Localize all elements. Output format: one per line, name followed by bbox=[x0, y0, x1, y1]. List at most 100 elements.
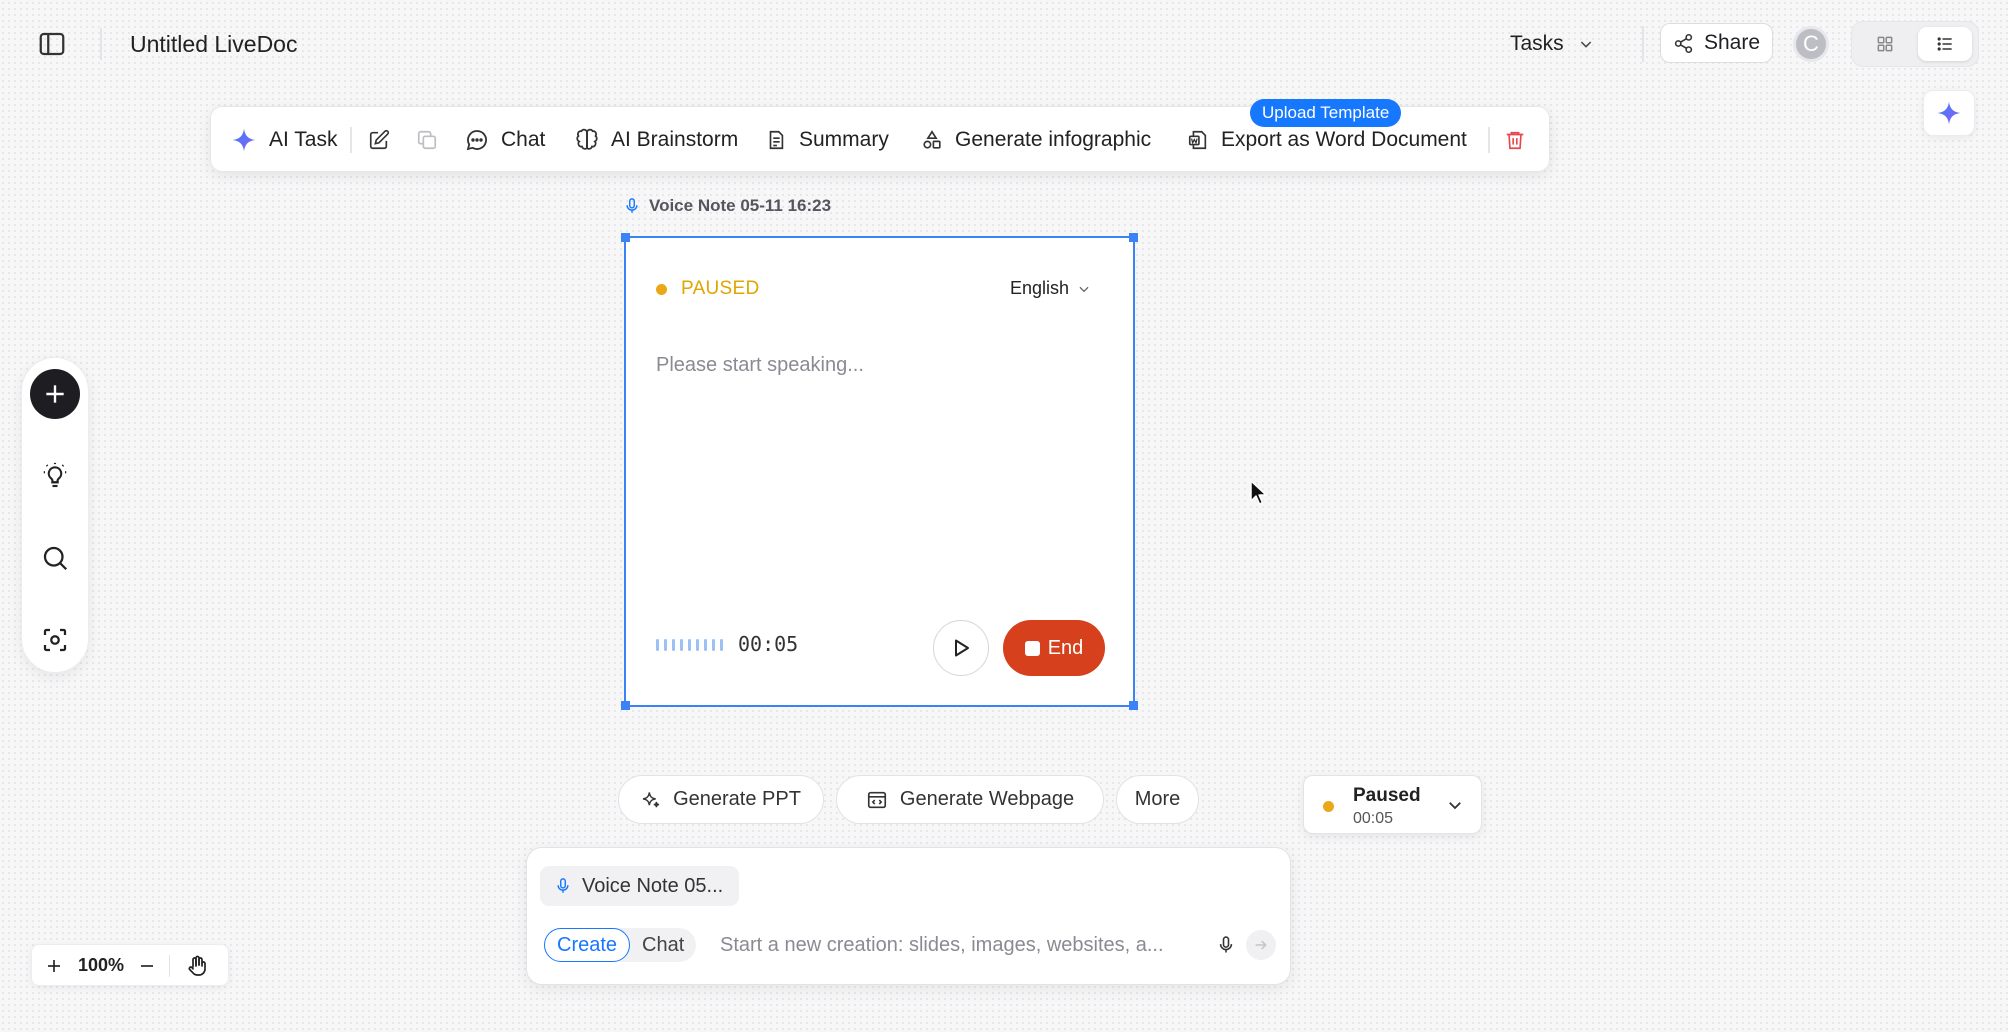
microphone-icon bbox=[626, 198, 638, 213]
grid-view-button[interactable] bbox=[1858, 27, 1912, 61]
delete-button[interactable] bbox=[1504, 107, 1526, 173]
edit-button[interactable] bbox=[368, 107, 390, 173]
minus-icon bbox=[141, 965, 153, 967]
screenshot-icon bbox=[43, 628, 67, 652]
generate-webpage-label: Generate Webpage bbox=[899, 788, 1075, 810]
voice-input-button[interactable] bbox=[1209, 928, 1243, 962]
play-icon bbox=[955, 639, 969, 657]
creation-composer: Voice Note 05... Create Chat bbox=[526, 847, 1291, 985]
attached-voice-note-chip[interactable]: Voice Note 05... bbox=[540, 866, 740, 906]
share-icon bbox=[1674, 33, 1693, 53]
zoom-control: 100% bbox=[31, 944, 229, 986]
edit-icon bbox=[369, 129, 390, 150]
summary-document-icon bbox=[769, 130, 784, 150]
microphone-icon bbox=[557, 878, 569, 893]
recording-status: PAUSED bbox=[656, 278, 760, 300]
lightbulb-icon bbox=[43, 462, 67, 488]
wave-bar bbox=[688, 639, 691, 651]
recording-widget-time: 00:05 bbox=[1353, 810, 1394, 827]
sidebar-toggle-button[interactable] bbox=[34, 26, 70, 62]
document-title[interactable]: Untitled LiveDoc bbox=[130, 28, 297, 60]
user-avatar[interactable]: C bbox=[1793, 26, 1829, 62]
search-button[interactable] bbox=[30, 533, 80, 583]
status-dot bbox=[1323, 801, 1334, 812]
ai-brainstorm-button[interactable]: AI Brainstorm bbox=[575, 107, 738, 173]
recording-widget-status: Paused bbox=[1353, 785, 1421, 806]
ideas-button[interactable] bbox=[30, 451, 80, 501]
zoom-out-button[interactable] bbox=[135, 954, 159, 978]
chat-button[interactable]: Chat bbox=[465, 107, 545, 173]
chevron-down-icon bbox=[1449, 802, 1461, 810]
pan-tool-button[interactable] bbox=[183, 952, 211, 980]
zoom-level[interactable]: 100% bbox=[78, 955, 124, 976]
generate-ppt-label: Generate PPT bbox=[673, 788, 801, 810]
zoom-divider bbox=[169, 955, 170, 977]
voice-note-caption[interactable]: Voice Note 05-11 16:23 bbox=[623, 196, 831, 216]
tasks-dropdown[interactable]: Tasks bbox=[1510, 24, 1594, 64]
hand-icon bbox=[188, 955, 206, 976]
share-label: Share bbox=[1703, 31, 1761, 54]
ai-assistant-button[interactable] bbox=[1923, 90, 1975, 136]
generate-infographic-label: Generate infographic bbox=[955, 128, 1152, 151]
toolbar-divider bbox=[350, 127, 352, 153]
mouse-cursor-icon bbox=[1250, 480, 1267, 505]
list-icon bbox=[1937, 37, 1952, 51]
end-label: End bbox=[1047, 636, 1084, 659]
add-element-button[interactable] bbox=[30, 369, 80, 419]
mode-create-tab[interactable]: Create bbox=[544, 928, 631, 962]
ai-task-label: AI Task bbox=[269, 128, 338, 151]
generate-ppt-button[interactable]: Generate PPT bbox=[618, 775, 824, 824]
language-select[interactable]: English bbox=[1010, 278, 1091, 299]
resize-handle-bottom-left[interactable] bbox=[621, 701, 630, 710]
resume-button[interactable] bbox=[933, 620, 989, 676]
zoom-in-button[interactable] bbox=[42, 954, 66, 978]
wave-bar bbox=[704, 639, 707, 651]
mode-chat-tab[interactable]: Chat bbox=[630, 928, 696, 962]
capture-button[interactable] bbox=[30, 615, 80, 665]
header-divider bbox=[100, 28, 102, 60]
sparkle-icon bbox=[232, 128, 256, 152]
microphone-icon bbox=[1219, 936, 1233, 953]
wave-bar bbox=[696, 639, 699, 651]
list-view-button[interactable] bbox=[1918, 27, 1972, 61]
plus-icon bbox=[46, 385, 64, 403]
chat-label: Chat bbox=[501, 128, 546, 151]
voice-note-card[interactable]: PAUSED English Please start speaking... … bbox=[621, 233, 1138, 710]
brain-icon bbox=[576, 128, 598, 150]
sparkle-icon bbox=[642, 791, 660, 807]
browser-code-icon bbox=[867, 791, 886, 808]
left-tool-rail bbox=[21, 357, 89, 673]
recording-status-widget[interactable]: Paused 00:05 bbox=[1303, 775, 1482, 834]
wave-bar bbox=[720, 639, 723, 651]
wave-bar bbox=[664, 639, 667, 651]
ai-task-button[interactable]: AI Task bbox=[231, 107, 337, 173]
resize-handle-bottom-right[interactable] bbox=[1129, 701, 1138, 710]
ai-brainstorm-label: AI Brainstorm bbox=[611, 128, 739, 151]
generate-infographic-button[interactable]: Generate infographic bbox=[921, 107, 1151, 173]
voice-note-caption-text: Voice Note 05-11 16:23 bbox=[649, 196, 832, 215]
stop-icon bbox=[1024, 640, 1040, 656]
trash-icon bbox=[1506, 131, 1524, 150]
more-actions-button[interactable]: More bbox=[1116, 775, 1199, 824]
summary-label: Summary bbox=[799, 128, 889, 151]
summary-button[interactable]: Summary bbox=[765, 107, 889, 173]
send-button[interactable] bbox=[1246, 930, 1276, 960]
export-word-label: Export as Word Document bbox=[1221, 128, 1467, 151]
word-document-icon bbox=[1188, 130, 1207, 150]
transcript-placeholder[interactable]: Please start speaking... bbox=[656, 354, 864, 377]
wave-bar bbox=[680, 639, 683, 651]
composer-input[interactable] bbox=[720, 928, 1198, 962]
resize-handle-top-right[interactable] bbox=[1129, 233, 1138, 242]
more-label: More bbox=[1134, 788, 1181, 810]
view-mode-switch bbox=[1851, 21, 1979, 67]
resize-handle-top-left[interactable] bbox=[621, 233, 630, 242]
end-recording-button[interactable]: End bbox=[1003, 620, 1105, 676]
share-button[interactable]: Share bbox=[1660, 23, 1773, 63]
status-dot bbox=[656, 283, 667, 295]
arrow-right-icon bbox=[1255, 940, 1267, 950]
toolbar-divider bbox=[1488, 127, 1490, 153]
upload-template-badge[interactable]: Upload Template bbox=[1250, 99, 1402, 127]
duplicate-button[interactable] bbox=[416, 107, 438, 173]
elapsed-time: 00:05 bbox=[738, 632, 799, 656]
generate-webpage-button[interactable]: Generate Webpage bbox=[836, 775, 1104, 824]
